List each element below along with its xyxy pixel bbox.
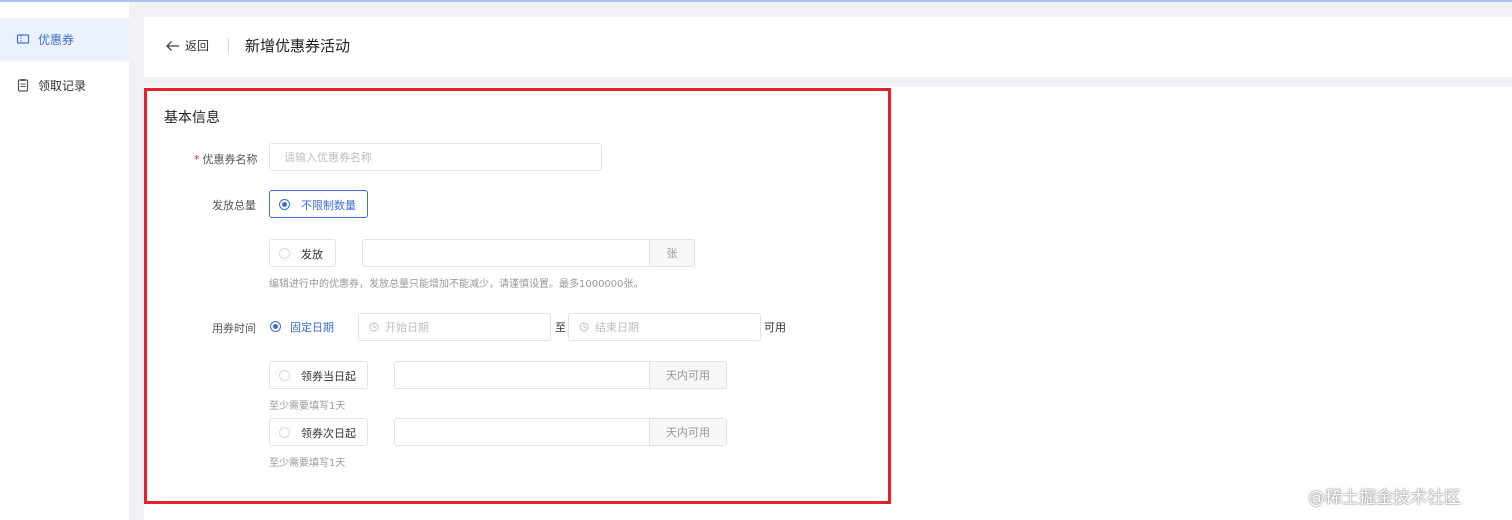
top-accent-line: [0, 0, 1512, 2]
sidebar-item-claim-records[interactable]: 领取记录: [0, 64, 129, 107]
sidebar-item-coupons[interactable]: 优惠券: [0, 18, 129, 61]
highlight-annotation-box: [144, 88, 891, 504]
sidebar-item-label: 领取记录: [38, 79, 87, 93]
clipboard-icon: [17, 79, 29, 92]
page-header: 返回 新增优惠券活动: [144, 17, 1512, 77]
header-divider: [228, 38, 229, 53]
ticket-icon: [16, 34, 30, 44]
sidebar-item-label: 优惠券: [38, 33, 75, 47]
sidebar: 优惠券 领取记录: [0, 2, 129, 520]
arrow-left-icon[interactable]: [165, 39, 181, 53]
watermark: @稀土掘金技术社区: [1308, 488, 1461, 508]
page-title: 新增优惠券活动: [245, 37, 351, 55]
back-link[interactable]: 返回: [185, 37, 209, 54]
